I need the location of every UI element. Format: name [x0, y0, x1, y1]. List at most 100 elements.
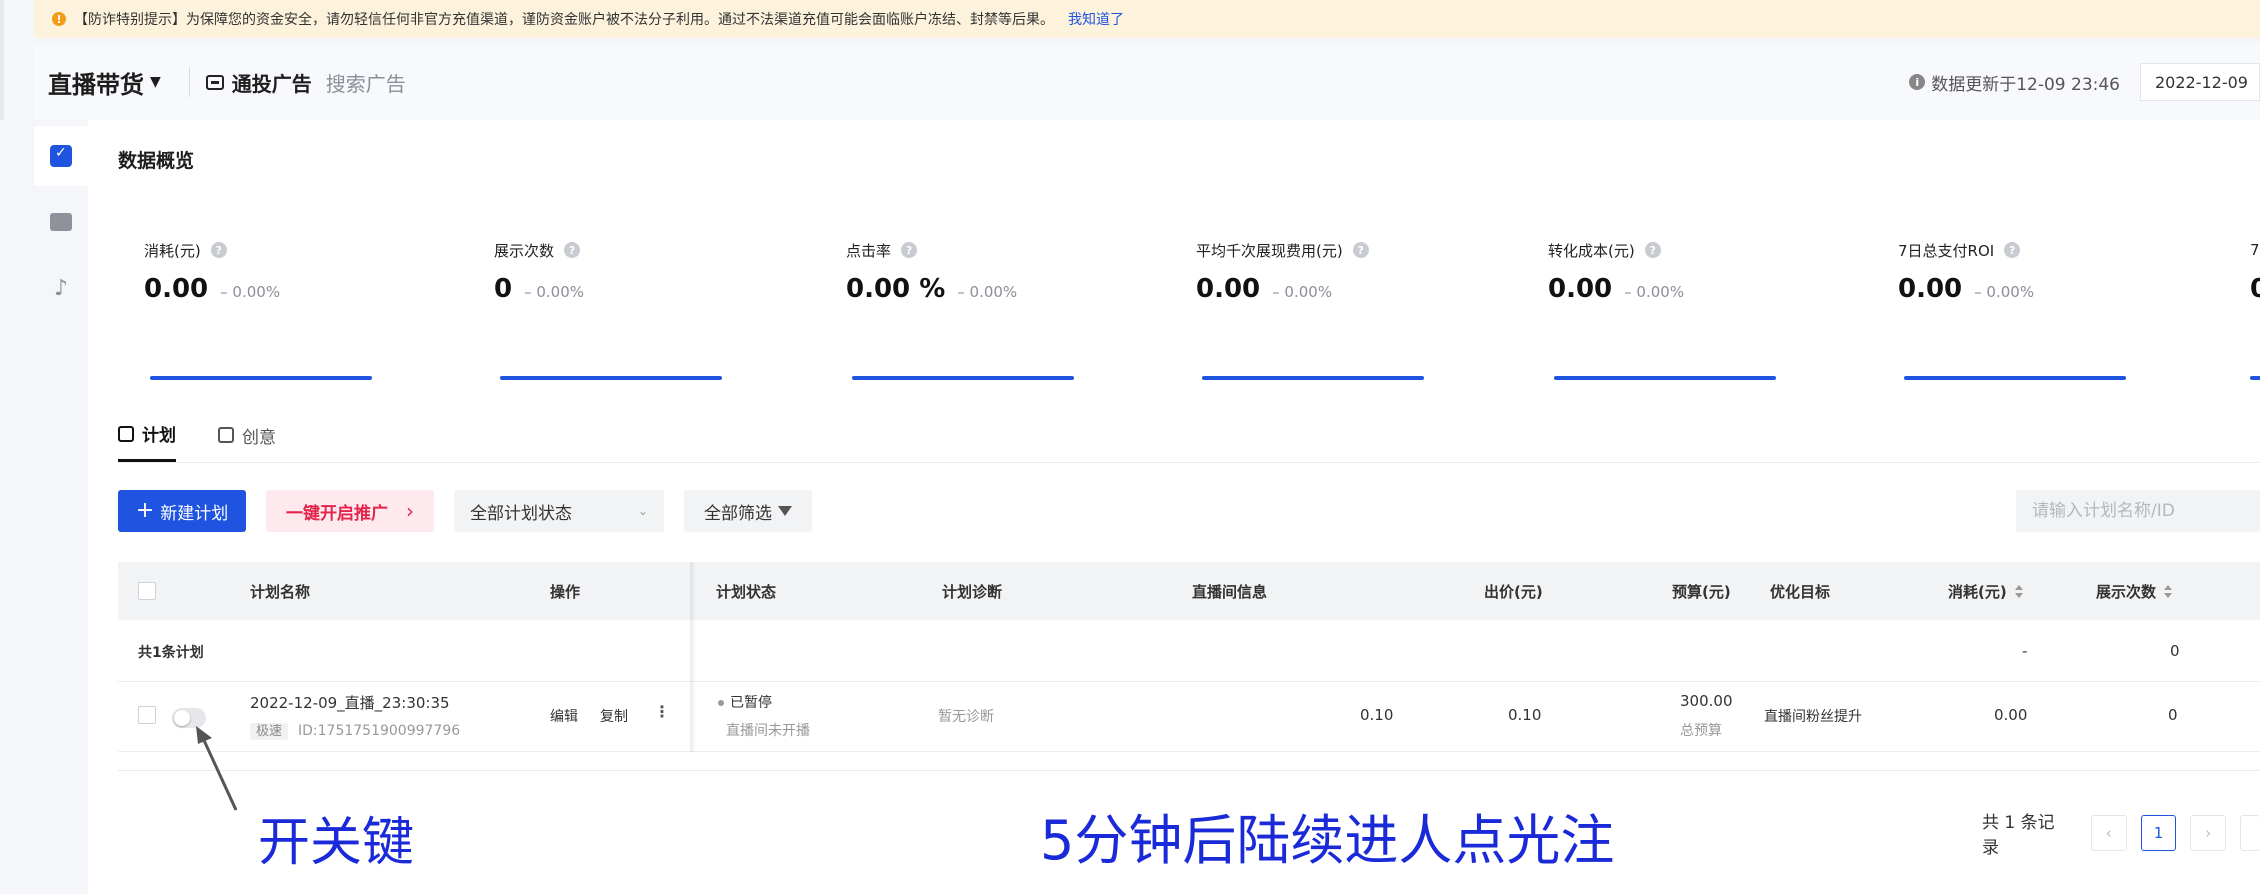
brand-switcher[interactable]: 直播带货 ▼ — [48, 65, 161, 100]
sort-icon[interactable] — [2164, 584, 2173, 598]
table-summary-row: 共1条计划 - 0 — [118, 620, 2260, 682]
tab-general-ads-label: 通投广告 — [231, 71, 312, 96]
status-dot-icon — [718, 700, 724, 706]
tab-general-ads[interactable]: 通投广告 — [205, 68, 312, 97]
annotation-note: 5分钟后陆续进人点光注 — [1040, 809, 1615, 872]
col-diagnosis: 计划诊断 — [942, 582, 1003, 601]
tabs-divider — [118, 462, 2260, 463]
col-budget: 预算(元) — [1672, 582, 1731, 601]
metric-change: – 0.00% — [220, 283, 281, 301]
metric-card[interactable]: 点击率? 0.00 % – 0.00% — [846, 236, 1176, 380]
date-picker[interactable]: 2022-12-09 — [2140, 63, 2260, 101]
new-plan-button[interactable]: + 新建计划 — [118, 490, 246, 532]
col-impressions[interactable]: 展示次数 — [2096, 562, 2173, 620]
live-info-value: 0.10 — [1360, 706, 1394, 724]
col-cost[interactable]: 消耗(元) — [1948, 562, 2023, 620]
plan-search-input[interactable] — [2016, 490, 2260, 532]
metric-value: 0.00 % — [846, 274, 946, 304]
tab-creative[interactable]: 创意 — [218, 408, 276, 462]
help-icon[interactable]: ? — [1352, 242, 1369, 258]
prev-page-button[interactable]: ‹ — [2090, 815, 2127, 851]
metric-value: 0.00 — [1898, 274, 1963, 304]
metric-change: – 0.00% — [1624, 283, 1685, 301]
help-icon[interactable]: ? — [210, 242, 227, 258]
help-icon[interactable]: ? — [901, 242, 918, 258]
tab-plan-label: 计划 — [142, 426, 176, 446]
caret-down-icon: ▼ — [150, 74, 161, 90]
plan-name-link[interactable]: 2022-12-09_直播_23:30:35 — [250, 692, 450, 713]
fraud-warning-banner: ! 【防诈特别提示】为保障您的资金安全，请勿轻信任何非官方充值渠道，谨防资金账户… — [34, 0, 2260, 38]
metric-label: 消耗(元) — [144, 241, 201, 260]
warning-icon: ! — [52, 12, 66, 26]
sparkline — [500, 376, 722, 380]
metric-label: 平均千次展现费用(元) — [1196, 241, 1343, 260]
page-button[interactable]: 1 — [2140, 815, 2177, 851]
metric-change: – 0.00% — [957, 283, 1018, 301]
filter-label: 全部筛选 — [704, 503, 772, 524]
banner-dismiss-link[interactable]: 我知道了 — [1068, 9, 1124, 29]
rail-item-douyin[interactable]: ♪ — [34, 258, 88, 318]
impressions-value: 0 — [2168, 706, 2178, 724]
sparkline — [1904, 376, 2126, 380]
tab-plan[interactable]: 计划 — [118, 408, 176, 462]
col-live-info: 直播间信息 — [1192, 582, 1268, 601]
col-bid: 出价(元) — [1484, 582, 1543, 601]
row-checkbox[interactable] — [138, 706, 156, 724]
metric-value: 0 — [494, 274, 513, 304]
new-plan-label: 新建计划 — [160, 503, 229, 524]
content-tabs: 计划 创意 — [118, 408, 318, 462]
metric-label: 7 — [2250, 241, 2260, 259]
metric-label: 7日总支付ROI — [1898, 241, 1995, 260]
rail-item-plans[interactable] — [34, 126, 88, 186]
plan-toggle-switch[interactable] — [172, 708, 206, 728]
select-all-checkbox[interactable] — [138, 582, 156, 600]
page-size-select[interactable] — [2240, 815, 2260, 851]
metric-value: 0.00 — [1548, 274, 1613, 304]
tab-creative-label: 创意 — [242, 427, 276, 448]
one-click-label: 一键开启推广 — [286, 503, 388, 524]
help-icon[interactable]: ? — [1644, 242, 1661, 258]
sort-icon[interactable] — [2014, 584, 2023, 598]
col-goal: 优化目标 — [1770, 582, 1831, 601]
sparkline — [1202, 376, 1424, 380]
plan-id: ID:1751751900997796 — [298, 723, 461, 739]
bid-value: 0.10 — [1508, 706, 1542, 724]
sparkline — [1554, 376, 1776, 380]
speed-tag: 极速 — [250, 723, 289, 740]
summary-cost: - — [2022, 642, 2028, 660]
metric-card[interactable]: 消耗(元)? 0.00 – 0.00% — [144, 236, 474, 380]
one-click-promote-button[interactable]: 一键开启推广 › — [266, 490, 434, 532]
goal-value: 直播间粉丝提升 — [1764, 709, 1862, 725]
metric-card[interactable]: 7日总支付ROI? 0.00 – 0.00% — [1898, 236, 2228, 380]
folder-icon — [50, 213, 72, 231]
metric-value: 0.00 — [1196, 274, 1261, 304]
help-icon[interactable]: ? — [2004, 242, 2021, 258]
metric-label: 转化成本(元) — [1548, 241, 1635, 260]
metric-card[interactable]: 展示次数? 0 – 0.00% — [494, 236, 824, 380]
edit-link[interactable]: 编辑 — [550, 706, 578, 726]
copy-link[interactable]: 复制 — [600, 706, 628, 726]
table-header: 计划名称 操作 计划状态 计划诊断 直播间信息 出价(元) 预算(元) 优化目标… — [118, 562, 2260, 620]
metric-card-partial[interactable]: 7 0 — [2250, 236, 2260, 380]
metric-card[interactable]: 转化成本(元)? 0.00 – 0.00% — [1548, 236, 1878, 380]
more-icon[interactable]: ⋮ — [654, 702, 670, 721]
next-page-button[interactable]: › — [2190, 815, 2227, 851]
help-icon[interactable]: ? — [564, 242, 581, 258]
rail-item-assets[interactable] — [34, 192, 88, 252]
metric-card[interactable]: 平均千次展现费用(元)? 0.00 – 0.00% — [1196, 236, 1526, 380]
metric-change: – 0.00% — [1974, 283, 2035, 301]
annotation-switch-label: 开关键 — [258, 813, 415, 873]
table-bottom-border — [118, 770, 2260, 771]
sparkline — [150, 376, 372, 380]
all-filter-button[interactable]: 全部筛选 — [684, 490, 812, 532]
metric-label: 点击率 — [846, 241, 892, 260]
info-icon: i — [1909, 74, 1926, 90]
diagnosis-text: 暂无诊断 — [938, 709, 994, 725]
creative-icon — [218, 427, 234, 443]
sparkline — [852, 376, 1074, 380]
col-ops: 操作 — [550, 582, 581, 601]
plan-status-select[interactable]: 全部计划状态 ⌄ — [454, 490, 664, 532]
banner-text: 【防诈特别提示】为保障您的资金安全，请勿轻信任何非官方充值渠道，谨防资金账户被不… — [74, 12, 1054, 28]
tiktok-icon: ♪ — [53, 275, 69, 301]
tab-search-ads[interactable]: 搜索广告 — [326, 68, 406, 97]
